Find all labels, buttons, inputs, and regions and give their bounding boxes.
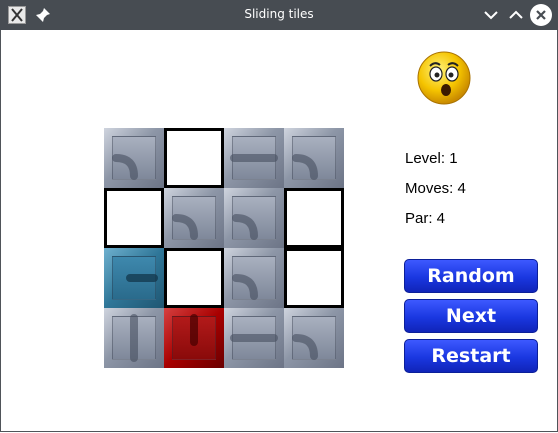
tile-gray[interactable] [104, 308, 164, 368]
tile-gray[interactable] [224, 128, 284, 188]
tile-gray[interactable] [224, 188, 284, 248]
empty-slot[interactable] [164, 128, 224, 188]
chevron-down-icon[interactable] [480, 4, 502, 26]
tile-red[interactable] [164, 308, 224, 368]
par-label: Par: 4 [405, 210, 446, 227]
empty-slot[interactable] [104, 188, 164, 248]
tile-blue[interactable] [104, 248, 164, 308]
empty-slot[interactable] [164, 248, 224, 308]
level-label: Level: 1 [405, 150, 458, 167]
tile-gray[interactable] [284, 128, 344, 188]
restart-button[interactable]: Restart [404, 339, 538, 373]
tile-gray[interactable] [224, 308, 284, 368]
close-icon[interactable] [530, 4, 552, 26]
tile-gray[interactable] [284, 308, 344, 368]
moves-label: Moves: 4 [405, 180, 466, 197]
next-button[interactable]: Next [404, 299, 538, 333]
title-bar: Sliding tiles [0, 0, 558, 30]
window-title: Sliding tiles [244, 7, 314, 21]
tile-gray[interactable] [224, 248, 284, 308]
empty-slot[interactable] [284, 188, 344, 248]
tile-gray[interactable] [164, 188, 224, 248]
chevron-up-icon[interactable] [505, 4, 527, 26]
random-button[interactable]: Random [404, 259, 538, 293]
tile-gray[interactable] [104, 128, 164, 188]
tile-board [104, 128, 344, 368]
surprised-smiley-icon [416, 50, 472, 106]
empty-slot[interactable] [284, 248, 344, 308]
